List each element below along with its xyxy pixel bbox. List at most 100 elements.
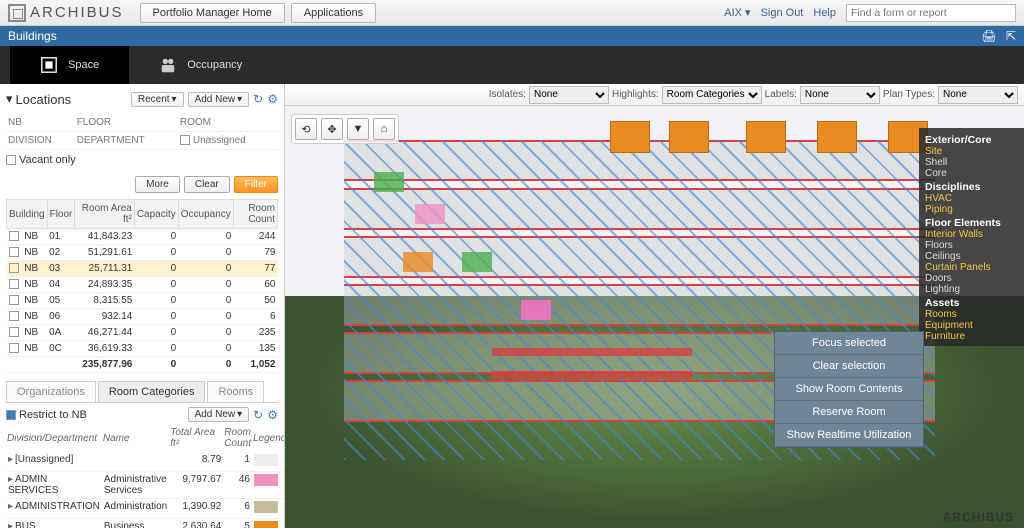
legend-exterior-header: Exterior/Core (925, 134, 1018, 146)
action-show-room-contents[interactable]: Show Room Contents (775, 378, 923, 401)
location-row[interactable]: NB0424,893.350060 (7, 277, 278, 293)
action-focus-selected[interactable]: Focus selected (775, 332, 923, 355)
pan-icon[interactable]: ✥ (321, 118, 343, 140)
3d-viewer[interactable]: Exterior/Core Site Shell Core Discipline… (285, 106, 1024, 528)
row-checkbox[interactable] (9, 295, 19, 305)
gear-icon[interactable]: ⚙ (267, 92, 278, 106)
location-row[interactable]: NB058,315.550050 (7, 293, 278, 309)
vacant-only-checkbox[interactable]: Vacant only (6, 150, 278, 170)
restrict-checkbox[interactable]: Restrict to NB (6, 409, 87, 421)
more-button[interactable]: More (135, 176, 180, 193)
row-checkbox[interactable] (9, 343, 19, 353)
action-reserve-room[interactable]: Reserve Room (775, 401, 923, 424)
legend-swatch (254, 501, 278, 513)
row-checkbox[interactable] (9, 263, 19, 273)
highlights-select[interactable]: Room Categories (662, 86, 762, 104)
expand-icon[interactable]: ▸ (8, 454, 13, 465)
legend-doors[interactable]: Doors (925, 273, 1018, 284)
brand-text: ARCHIBUS (30, 4, 124, 21)
add-new-org-dropdown[interactable]: Add New ▾ (188, 407, 250, 422)
portfolio-home-button[interactable]: Portfolio Manager Home (140, 3, 285, 23)
tab-organizations[interactable]: Organizations (6, 381, 96, 402)
labels-select[interactable]: None (800, 86, 880, 104)
location-row[interactable]: NB06932.14006 (7, 309, 278, 325)
row-checkbox[interactable] (9, 279, 19, 289)
location-total-row: 235,877.96001,052 (7, 357, 278, 373)
user-menu[interactable]: AIX ▾ (724, 6, 750, 19)
legend-rooms[interactable]: Rooms (925, 309, 1018, 320)
applications-button[interactable]: Applications (291, 3, 376, 23)
col-roomcount[interactable]: Room Count (233, 200, 277, 229)
filter-floor[interactable]: FLOOR (75, 114, 178, 132)
legend-piping[interactable]: Piping (925, 204, 1018, 215)
legend-intwalls[interactable]: Interior Walls (925, 229, 1018, 240)
filter-room[interactable]: ROOM (178, 114, 278, 132)
org-row[interactable]: ▸ADMINISTRATIONAdministration1,390.926As… (6, 499, 285, 519)
locations-table: Building Floor Room Area ft² Capacity Oc… (6, 199, 278, 373)
org-row[interactable]: ▸ADMIN SERVICESAdministrative Services9,… (6, 472, 285, 499)
action-clear-selection[interactable]: Clear selection (775, 355, 923, 378)
clear-button[interactable]: Clear (184, 176, 230, 193)
sign-out-link[interactable]: Sign Out (761, 7, 804, 19)
home-view-icon[interactable]: ⌂ (373, 118, 395, 140)
org-col-count: Room Count (223, 426, 252, 452)
isolates-select[interactable]: None (529, 86, 609, 104)
org-row[interactable]: ▸BUS DEVELOPMENTBusiness Development2,63… (6, 519, 285, 528)
export-icon[interactable]: ⇱ (1006, 29, 1016, 43)
plantypes-select[interactable]: None (938, 86, 1018, 104)
row-checkbox[interactable] (9, 311, 19, 321)
legend-furniture[interactable]: Furniture (925, 331, 1018, 342)
row-checkbox[interactable] (9, 231, 19, 241)
help-link[interactable]: Help (813, 7, 836, 19)
col-area[interactable]: Room Area ft² (75, 200, 134, 229)
legend-core[interactable]: Core (925, 168, 1018, 179)
row-checkbox[interactable] (9, 327, 19, 337)
location-row[interactable]: NB0A46,271.4400235 (7, 325, 278, 341)
context-title: Buildings (8, 29, 57, 43)
legend-lighting[interactable]: Lighting (925, 284, 1018, 295)
print-icon[interactable]: 🖨 (981, 29, 996, 43)
org-row[interactable]: ▸[Unassigned]8.791 (6, 452, 285, 472)
legend-floors[interactable]: Floors (925, 240, 1018, 251)
legend-site[interactable]: Site (925, 146, 1018, 157)
labels-label: Labels: (765, 89, 797, 100)
gear-org-icon[interactable]: ⚙ (267, 408, 278, 422)
location-row[interactable]: NB0251,291.610079 (7, 245, 278, 261)
expand-icon[interactable]: ▸ (8, 521, 13, 528)
row-checkbox[interactable] (9, 247, 19, 257)
location-row[interactable]: NB0325,711.310077 (7, 261, 278, 277)
legend-hvac[interactable]: HVAC (925, 193, 1018, 204)
legend-shell[interactable]: Shell (925, 157, 1018, 168)
expand-icon[interactable]: ▸ (8, 474, 13, 485)
refresh-icon[interactable]: ↻ (253, 92, 263, 106)
filter-division[interactable]: DIVISION (6, 132, 75, 150)
viewer-brand: ARCHIBUS (943, 510, 1014, 524)
filter-building[interactable]: NB (6, 114, 75, 132)
chevron-down-view-icon[interactable]: ▼ (347, 118, 369, 140)
refresh-org-icon[interactable]: ↻ (253, 408, 263, 422)
refresh-view-icon[interactable]: ⟲ (295, 118, 317, 140)
filter-button[interactable]: Filter (234, 176, 278, 193)
action-realtime-utilization[interactable]: Show Realtime Utilization (775, 424, 923, 447)
tab-rooms[interactable]: Rooms (207, 381, 264, 402)
legend-curtain[interactable]: Curtain Panels (925, 262, 1018, 273)
tab-room-categories[interactable]: Room Categories (98, 381, 206, 402)
add-new-location-dropdown[interactable]: Add New ▾ (188, 92, 250, 107)
legend-ceilings[interactable]: Ceilings (925, 251, 1018, 262)
col-building[interactable]: Building (7, 200, 48, 229)
chevron-down-icon[interactable]: ▾ (6, 91, 13, 107)
filter-department[interactable]: DEPARTMENT (75, 132, 178, 150)
location-row[interactable]: NB0C36,619.3300135 (7, 341, 278, 357)
legend-equipment[interactable]: Equipment (925, 320, 1018, 331)
expand-icon[interactable]: ▸ (8, 501, 13, 512)
tab-space-label: Space (68, 59, 99, 71)
col-floor[interactable]: Floor (47, 200, 75, 229)
location-row[interactable]: NB0141,843.2300244 (7, 229, 278, 245)
global-search-input[interactable] (846, 4, 1016, 22)
filter-unassigned[interactable]: Unassigned (178, 132, 278, 150)
col-capacity[interactable]: Capacity (134, 200, 178, 229)
tab-space[interactable]: Space (10, 46, 129, 84)
col-occupancy[interactable]: Occupancy (178, 200, 233, 229)
tab-occupancy[interactable]: Occupancy (129, 46, 272, 84)
recent-dropdown[interactable]: Recent ▾ (131, 92, 184, 107)
